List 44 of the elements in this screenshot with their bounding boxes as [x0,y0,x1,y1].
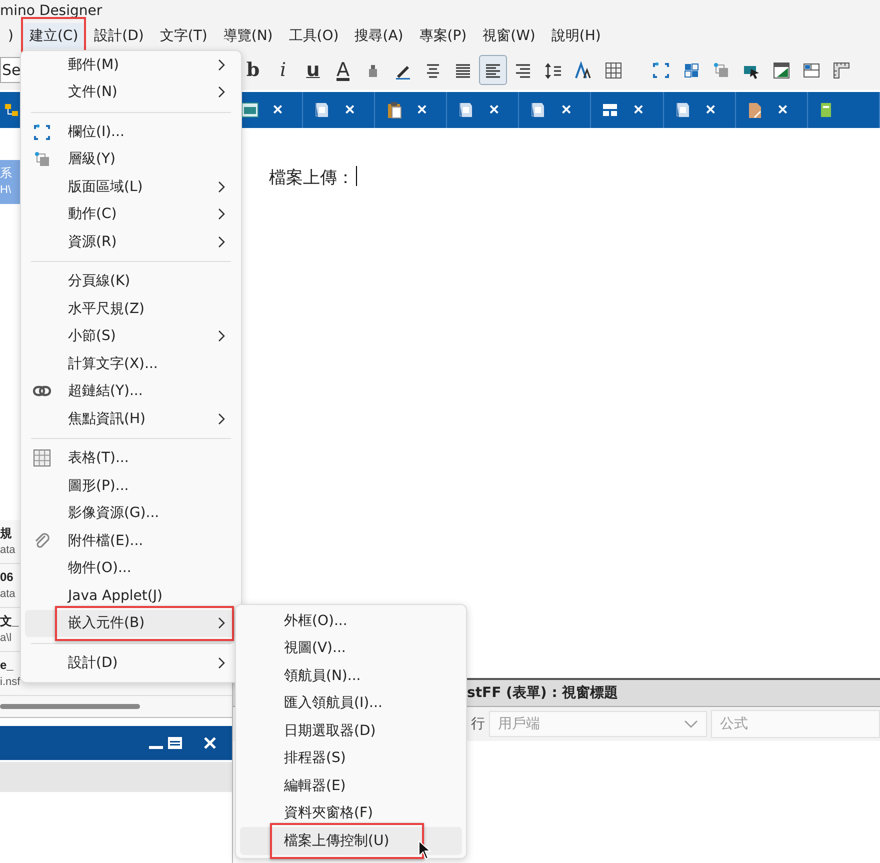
menu-label: 焦點資訊(H) [68,410,146,428]
menu-label: 檔案上傳控制(U) [284,832,390,850]
item-title: 文_ [0,612,19,630]
menu-label: 圖形(P)... [68,476,129,495]
panel-title: stFF (表單) : 視窗標題 [467,684,618,702]
item-title: 06 [0,568,14,586]
item-path: i.nsf [0,674,20,690]
menu-label: 層級(Y) [68,150,116,168]
menu-label: 領航員(N)... [284,666,361,685]
menu-label: 視圖(V)... [284,639,346,658]
menu-label: 版面區域(L) [68,178,143,196]
menu-label: 表格(T)... [68,449,129,468]
item-path: H\ [0,183,11,198]
menu-label: 郵件(M) [68,56,120,74]
menu-label: 嵌入元件(B) [68,614,145,632]
menu-label: 動作(C) [68,205,117,224]
run-label: 行 [471,715,485,733]
menu-label: 外框(O)... [284,612,348,630]
menu-label: 日期選取器(D) [284,722,376,740]
menu-label: 排程器(S) [284,749,346,768]
menu-label: 影像資源(G)... [68,504,160,522]
menu-label: 物件(O)... [68,559,132,578]
item-path: ata [0,542,16,558]
menu-label: Java Applet(J) [68,588,162,604]
menu-label: 匯入領航員(I)... [284,694,382,712]
menu-label: 小節(S) [68,327,116,346]
menu-label: 編輯器(E) [284,776,346,795]
item-title: 規 [0,524,12,542]
menu-label: 文件(N) [68,83,118,102]
item-title: 系 [0,165,12,182]
item-path: ata [0,586,16,602]
menu-label: 資源(R) [68,232,117,251]
menu-label: 計算文字(X)... [68,354,158,373]
menu-label: 資料夾窗格(F) [284,804,373,822]
menu-label: 欄位(I)... [68,122,124,141]
menu-label: 超鏈結(Y)... [68,382,143,400]
item-title: e_ [0,656,14,674]
window-title: mino Designer [0,3,102,19]
menu-label: 設計(D) [68,654,118,672]
editor-text: 檔案上傳： [269,167,354,189]
menu-label: 水平尺規(Z) [68,300,145,318]
menu-label: 附件檔(E)... [68,532,144,550]
menu-label: 分頁線(K) [68,272,130,290]
item-path: a\l [0,630,12,646]
